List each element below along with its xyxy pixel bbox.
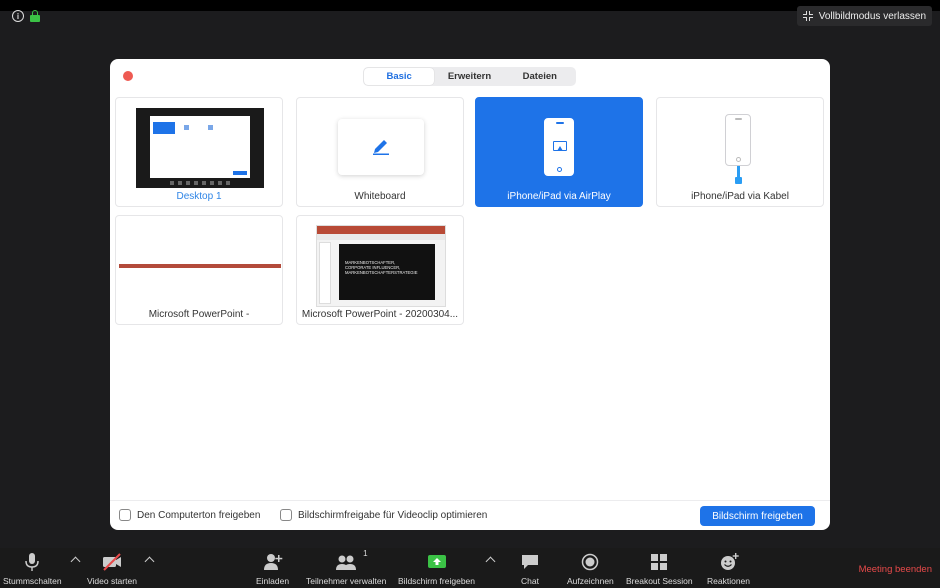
info-icon[interactable]: i bbox=[12, 10, 24, 22]
end-meeting-button[interactable]: Meeting beenden bbox=[859, 564, 932, 575]
checkbox-box[interactable] bbox=[280, 509, 292, 521]
mute-button[interactable]: Stummschalten bbox=[3, 552, 62, 586]
exit-fullscreen-icon bbox=[802, 11, 813, 21]
share-screen-toolbar-button[interactable]: Bildschirm freigeben bbox=[398, 552, 475, 586]
dialog-footer: Den Computerton freigeben Bildschirmfrei… bbox=[110, 500, 830, 530]
tile-caption: Desktop 1 bbox=[176, 191, 222, 202]
tab-bar: Basic Erweitern Dateien bbox=[363, 67, 576, 86]
reactions-icon bbox=[718, 552, 740, 572]
tile-powerpoint-1[interactable]: Microsoft PowerPoint - bbox=[115, 215, 283, 325]
share-screen-dialog: Basic Erweitern Dateien Desktop 1 Whiteb… bbox=[110, 59, 830, 530]
desktop-thumbnail bbox=[136, 108, 264, 188]
record-button[interactable]: Aufzeichnen bbox=[567, 552, 614, 586]
tile-caption: iPhone/iPad via AirPlay bbox=[507, 191, 611, 202]
powerpoint-thumbnail bbox=[119, 264, 281, 268]
powerpoint-thumbnail: MARKENBOTSCHAFTER, CORPORATE INFLUENCER,… bbox=[316, 225, 446, 307]
tile-caption: Microsoft PowerPoint - 20200304... bbox=[301, 309, 459, 320]
tile-whiteboard[interactable]: Whiteboard bbox=[296, 97, 464, 207]
computer-audio-checkbox[interactable]: Den Computerton freigeben bbox=[119, 509, 260, 521]
iphone-icon bbox=[544, 118, 574, 176]
optimize-video-checkbox[interactable]: Bildschirmfreigabe für Videoclip optimie… bbox=[280, 509, 487, 521]
top-status-icons: i bbox=[12, 10, 40, 22]
tab-basic[interactable]: Basic bbox=[364, 68, 435, 85]
participant-count: 1 bbox=[363, 549, 368, 558]
tile-powerpoint-2[interactable]: MARKENBOTSCHAFTER, CORPORATE INFLUENCER,… bbox=[296, 215, 464, 325]
add-user-icon bbox=[262, 552, 284, 572]
video-off-icon bbox=[101, 552, 123, 572]
tab-erweitern[interactable]: Erweitern bbox=[434, 68, 504, 85]
chat-icon bbox=[519, 552, 541, 572]
tile-iphone-airplay[interactable]: iPhone/iPad via AirPlay bbox=[475, 97, 643, 207]
meeting-toolbar: Stummschalten Video starten Einladen 1 T… bbox=[0, 548, 940, 588]
breakout-icon bbox=[648, 552, 670, 572]
exit-fullscreen-button[interactable]: Vollbildmodus verlassen bbox=[796, 6, 932, 26]
exit-fullscreen-label: Vollbildmodus verlassen bbox=[818, 10, 926, 22]
mute-options-caret[interactable] bbox=[70, 556, 81, 567]
manage-participants-button[interactable]: 1 Teilnehmer verwalten bbox=[306, 549, 386, 586]
optimize-video-label: Bildschirmfreigabe für Videoclip optimie… bbox=[298, 509, 488, 521]
microphone-icon bbox=[21, 552, 43, 572]
tile-desktop-1[interactable]: Desktop 1 bbox=[115, 97, 283, 207]
lock-icon[interactable] bbox=[30, 10, 40, 22]
pen-icon bbox=[373, 140, 389, 155]
reactions-button[interactable]: Reaktionen bbox=[707, 552, 750, 586]
airplay-icon bbox=[553, 141, 567, 151]
tile-iphone-cable[interactable]: iPhone/iPad via Kabel bbox=[656, 97, 824, 207]
chat-button[interactable]: Chat bbox=[519, 552, 541, 586]
whiteboard-card bbox=[338, 119, 424, 175]
tile-caption: Microsoft PowerPoint - bbox=[148, 309, 250, 320]
share-screen-button[interactable]: Bildschirm freigeben bbox=[700, 506, 815, 526]
slide-preview: MARKENBOTSCHAFTER, CORPORATE INFLUENCER,… bbox=[339, 244, 435, 300]
video-options-caret[interactable] bbox=[144, 556, 155, 567]
record-icon bbox=[579, 552, 601, 572]
start-video-button[interactable]: Video starten bbox=[87, 552, 137, 586]
share-screen-icon bbox=[426, 552, 448, 572]
computer-audio-label: Den Computerton freigeben bbox=[137, 509, 261, 521]
close-icon[interactable] bbox=[123, 71, 133, 81]
breakout-session-button[interactable]: Breakout Session bbox=[626, 552, 693, 586]
checkbox-box[interactable] bbox=[119, 509, 131, 521]
tile-caption: iPhone/iPad via Kabel bbox=[691, 191, 789, 202]
participants-icon: 1 bbox=[335, 549, 368, 572]
tile-caption: Whiteboard bbox=[354, 191, 406, 202]
iphone-icon bbox=[725, 114, 751, 166]
tab-dateien[interactable]: Dateien bbox=[505, 68, 575, 85]
share-options-caret[interactable] bbox=[485, 556, 496, 567]
invite-button[interactable]: Einladen bbox=[256, 552, 289, 586]
